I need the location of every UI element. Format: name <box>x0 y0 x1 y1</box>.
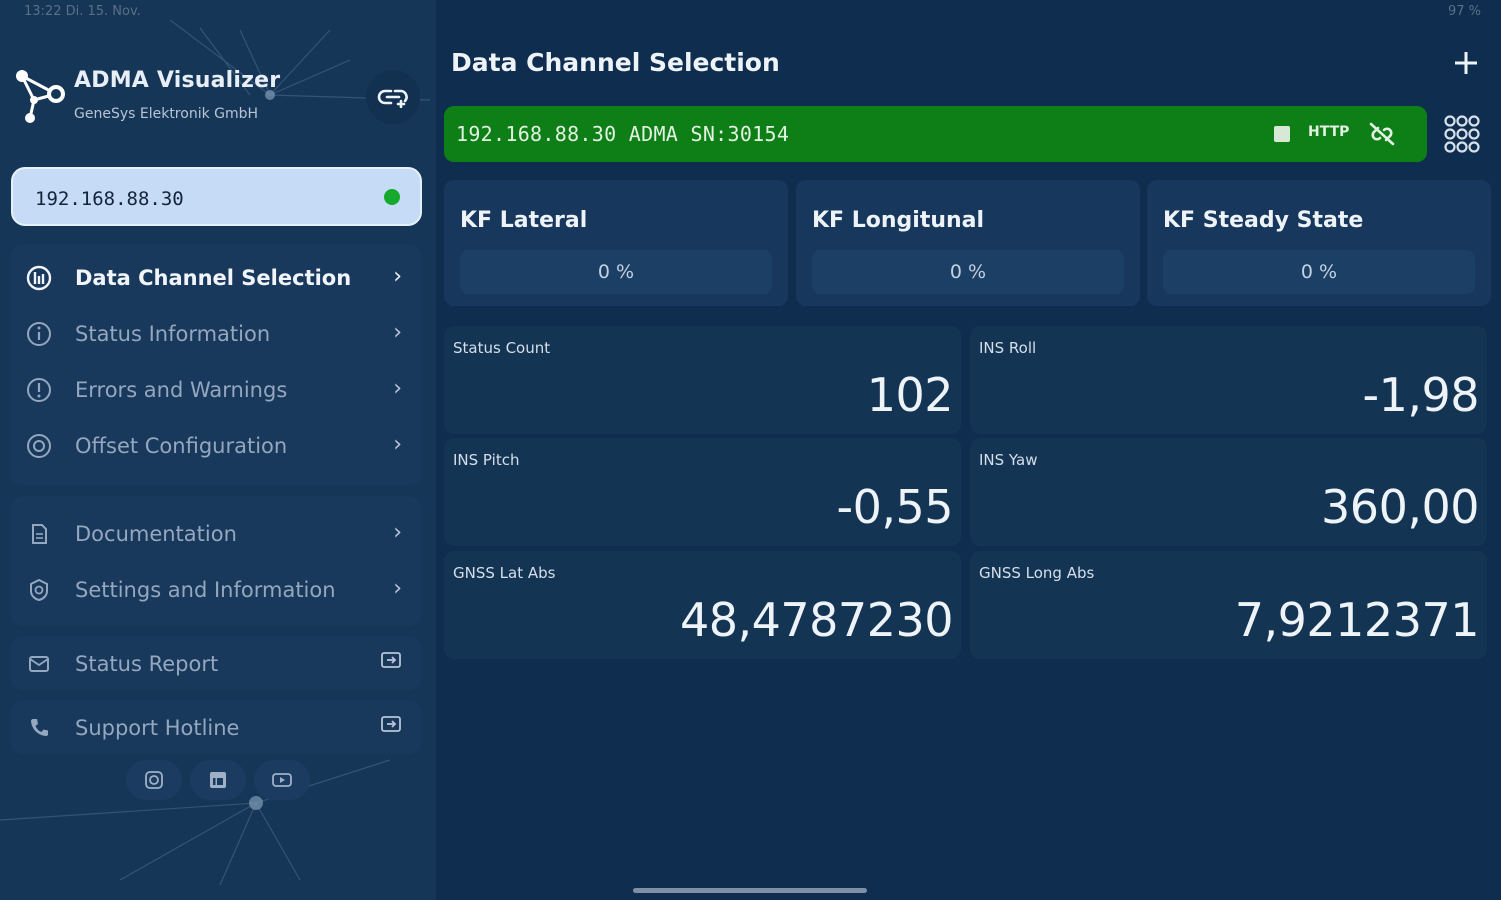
value-number: -1,98 <box>1362 368 1479 422</box>
sidebar-item-label: Status Report <box>75 652 219 676</box>
unlink-icon[interactable] <box>1366 120 1398 148</box>
chevron-right-icon: › <box>393 520 402 545</box>
value-label: GNSS Lat Abs <box>453 564 556 582</box>
phone-icon <box>25 714 53 742</box>
sidebar-item-documentation[interactable]: Documentation › <box>10 508 422 560</box>
kf-card-steady-state: KF Steady State 0 % <box>1147 180 1491 306</box>
device-ip-selector[interactable]: 192.168.88.30 <box>11 167 422 226</box>
channels-icon <box>25 264 53 292</box>
kf-title: KF Longitunal <box>812 208 985 233</box>
sidebar: ADMA Visualizer GeneSys Elektronik GmbH … <box>0 0 436 900</box>
external-open-icon <box>380 714 402 740</box>
sidebar-item-label: Support Hotline <box>75 716 240 740</box>
instagram-button[interactable] <box>126 760 182 800</box>
value-label: INS Roll <box>979 339 1037 357</box>
value-label: INS Yaw <box>979 451 1038 469</box>
value-number: 48,4787230 <box>679 593 954 647</box>
linkedin-icon <box>210 772 226 788</box>
protocol-label: HTTP <box>1308 124 1350 140</box>
external-open-icon <box>380 650 402 676</box>
sidebar-item-label: Data Channel Selection <box>75 266 352 290</box>
chevron-right-icon: › <box>393 320 402 345</box>
connection-text: 192.168.88.30 ADMA SN:30154 <box>456 122 790 146</box>
sidebar-item-label: Documentation <box>75 522 237 546</box>
status-report-group: Status Report <box>10 636 422 690</box>
sidebar-item-data-channel-selection[interactable]: Data Channel Selection › <box>10 252 422 304</box>
value-card-ins-roll[interactable]: INS Roll -1,98 <box>970 326 1487 434</box>
value-label: INS Pitch <box>453 451 520 469</box>
kf-progress-bar: 0 % <box>460 250 772 294</box>
device-ip-text: 192.168.88.30 <box>35 188 184 210</box>
value-number: -0,55 <box>836 480 953 534</box>
info-icon <box>25 320 53 348</box>
kf-value: 0 % <box>949 261 987 283</box>
sidebar-item-status-information[interactable]: Status Information › <box>10 308 422 360</box>
connection-status-bar[interactable]: 192.168.88.30 ADMA SN:30154 HTTP <box>444 106 1427 162</box>
warning-icon <box>25 376 53 404</box>
plus-icon <box>1455 52 1477 74</box>
kf-value: 0 % <box>1300 261 1338 283</box>
document-icon <box>25 520 53 548</box>
report-icon <box>25 650 53 678</box>
kf-value: 0 % <box>597 261 635 283</box>
value-card-gnss-lat-abs[interactable]: GNSS Lat Abs 48,4787230 <box>444 551 961 659</box>
sidebar-item-status-report[interactable]: Status Report <box>10 638 422 690</box>
support-hotline-group: Support Hotline <box>10 700 422 754</box>
chevron-right-icon: › <box>393 376 402 401</box>
home-indicator[interactable] <box>633 888 867 893</box>
kf-title: KF Lateral <box>460 208 588 233</box>
kf-progress-bar: 0 % <box>1163 250 1475 294</box>
chevron-right-icon: › <box>393 576 402 601</box>
sidebar-item-settings-and-information[interactable]: Settings and Information › <box>10 564 422 616</box>
sidebar-item-label: Offset Configuration <box>75 434 288 458</box>
page-title: Data Channel Selection <box>451 48 780 77</box>
main-content: Data Channel Selection 192.168.88.30 ADM… <box>436 0 1501 900</box>
sidebar-item-offset-configuration[interactable]: Offset Configuration › <box>10 420 422 472</box>
value-label: Status Count <box>453 339 551 357</box>
app-title: ADMA Visualizer <box>74 68 281 93</box>
sidebar-item-label: Settings and Information <box>75 578 336 602</box>
instagram-icon <box>145 771 163 789</box>
value-card-status-count[interactable]: Status Count 102 <box>444 326 961 434</box>
value-number: 360,00 <box>1321 480 1479 534</box>
youtube-icon <box>272 773 292 787</box>
sidebar-item-label: Status Information <box>75 322 271 346</box>
value-card-ins-yaw[interactable]: INS Yaw 360,00 <box>970 438 1487 546</box>
app-logo-icon <box>16 70 65 123</box>
add-button[interactable] <box>1449 46 1483 80</box>
kf-card-longitudinal: KF Longitunal 0 % <box>796 180 1140 306</box>
settings-icon <box>25 576 53 604</box>
kf-title: KF Steady State <box>1163 208 1364 233</box>
youtube-button[interactable] <box>254 760 310 800</box>
value-number: 102 <box>866 368 954 422</box>
stop-icon[interactable] <box>1274 126 1290 142</box>
connection-status-dot <box>384 189 400 205</box>
target-icon <box>25 432 53 460</box>
value-label: GNSS Long Abs <box>979 564 1095 582</box>
linkedin-button[interactable] <box>190 760 246 800</box>
kf-progress-bar: 0 % <box>812 250 1124 294</box>
menu-group-main: Data Channel Selection › Status Informat… <box>10 244 422 486</box>
link-icon <box>377 89 408 108</box>
value-number: 7,9212371 <box>1234 593 1480 647</box>
social-links <box>126 760 312 802</box>
sidebar-item-label: Errors and Warnings <box>75 378 288 402</box>
menu-group-info: Documentation › Settings and Information… <box>10 496 422 626</box>
grid-menu-icon[interactable] <box>1438 112 1486 156</box>
chevron-right-icon: › <box>393 432 402 457</box>
kf-card-lateral: KF Lateral 0 % <box>444 180 788 306</box>
sidebar-item-support-hotline[interactable]: Support Hotline <box>10 702 422 754</box>
chevron-right-icon: › <box>393 264 402 289</box>
value-card-gnss-long-abs[interactable]: GNSS Long Abs 7,9212371 <box>970 551 1487 659</box>
status-time: 13:22 Di. 15. Nov. <box>24 4 141 19</box>
app-subtitle: GeneSys Elektronik GmbH <box>74 106 259 122</box>
connection-link-button[interactable] <box>366 70 420 124</box>
value-card-ins-pitch[interactable]: INS Pitch -0,55 <box>444 438 961 546</box>
sidebar-item-errors-and-warnings[interactable]: Errors and Warnings › <box>10 364 422 416</box>
